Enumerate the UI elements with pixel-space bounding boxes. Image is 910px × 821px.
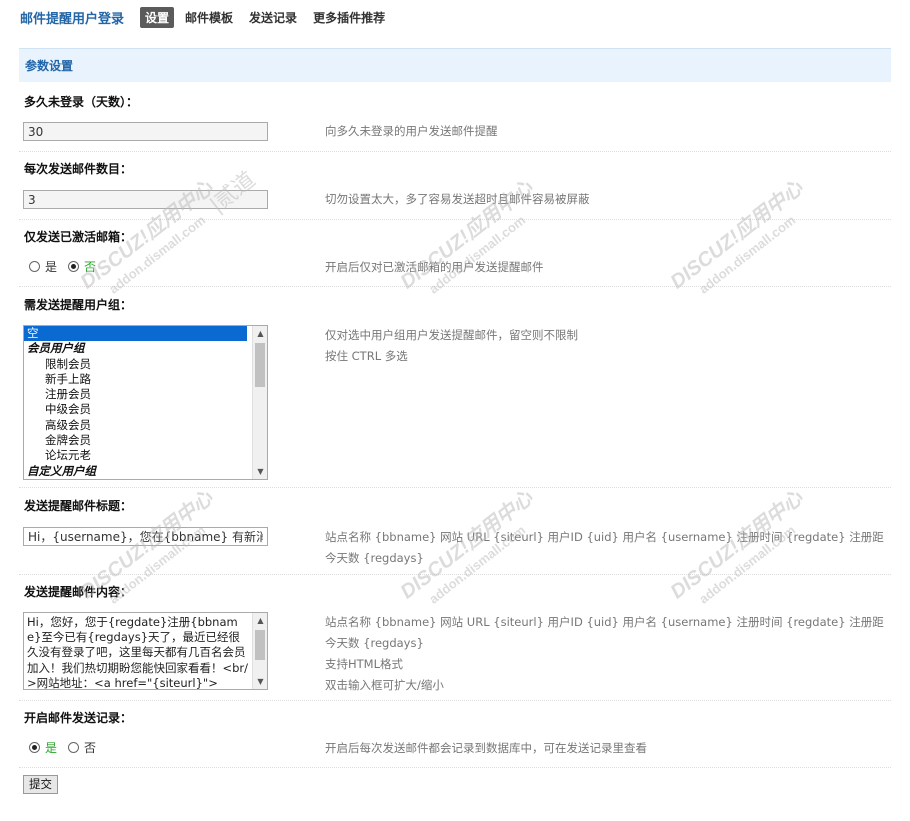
group-option[interactable]: 限制会员: [24, 357, 267, 372]
textarea-scrollbar[interactable]: ▲ ▼: [252, 613, 267, 689]
tab-more-plugins[interactable]: 更多插件推荐: [308, 7, 390, 28]
listbox-scrollbar[interactable]: ▲ ▼: [252, 326, 267, 479]
group-header: 自定义用户组: [27, 463, 96, 478]
top-nav: 邮件提醒用户登录 设置 邮件模板 发送记录 更多插件推荐: [20, 6, 396, 28]
svg-text:addon.dismall.com: addon.dismall.com: [426, 212, 528, 296]
group-option[interactable]: 中级会员: [24, 402, 267, 417]
user-group-listbox[interactable]: 空 会员用户组 限制会员 新手上路 注册会员 中级会员 高级会员 金牌会员 论坛…: [23, 325, 268, 480]
subject-hint-cont: 今天数 {regdays}: [325, 551, 424, 565]
groups-hint: 仅对选中用户组用户发送提醒邮件，留空则不限制: [325, 328, 578, 342]
count-hint: 切勿设置太大，多了容易发送超时且邮件容易被屏蔽: [325, 192, 590, 206]
watermark-logo: DISCUZ!应用中心 addon.dismall.com: [666, 176, 808, 297]
subject-hint: 站点名称 {bbname} 网站 URL {siteurl} 用户ID {uid…: [325, 530, 884, 544]
svg-text:DISCUZ!应用中心: DISCUZ!应用中心: [666, 176, 808, 294]
verified-yes-radio[interactable]: [29, 261, 40, 272]
log-yes-radio[interactable]: [29, 742, 40, 753]
group-option[interactable]: 新手上路: [24, 372, 267, 387]
log-yes-label[interactable]: 是: [45, 739, 57, 756]
scroll-down-arrow-icon[interactable]: ▼: [253, 464, 267, 479]
subject-input[interactable]: [23, 527, 268, 546]
app-title: 邮件提醒用户登录: [20, 11, 125, 27]
log-label: 开启邮件发送记录：: [24, 711, 133, 725]
verified-label: 仅发送已激活邮箱：: [24, 230, 133, 244]
submit-button[interactable]: 提交: [23, 775, 58, 794]
verified-radio-group: 是 否: [29, 258, 107, 275]
group-option[interactable]: 注册会员: [24, 387, 267, 402]
verified-yes-label[interactable]: 是: [45, 258, 57, 275]
content-hint: 站点名称 {bbname} 网站 URL {siteurl} 用户ID {uid…: [325, 615, 884, 629]
svg-text:addon.dismall.com: addon.dismall.com: [106, 212, 208, 296]
tab-settings[interactable]: 设置: [140, 6, 175, 28]
subject-label: 发送提醒邮件标题：: [24, 499, 133, 513]
days-input[interactable]: [23, 122, 268, 141]
content-text: Hi，您好，您于{regdate}注册{bbname}至今已有{regdays}…: [27, 615, 249, 690]
divider: [19, 574, 891, 575]
group-header: 会员用户组: [27, 341, 85, 356]
group-option[interactable]: 金牌会员: [24, 433, 267, 448]
scroll-down-arrow-icon[interactable]: ▼: [253, 674, 267, 689]
log-no-radio[interactable]: [68, 742, 80, 753]
count-input[interactable]: [23, 190, 268, 209]
verified-hint: 开启后仅对已激活邮箱的用户发送提醒邮件: [325, 260, 544, 274]
log-hint: 开启后每次发送邮件都会记录到数据库中，可在发送记录里查看: [325, 741, 647, 755]
content-hint-html: 支持HTML格式: [325, 657, 404, 671]
tab-mail-template[interactable]: 邮件模板: [180, 7, 238, 28]
scroll-up-arrow-icon[interactable]: ▲: [253, 613, 267, 628]
scroll-thumb[interactable]: [255, 343, 265, 387]
divider: [19, 286, 891, 287]
group-option[interactable]: 高级会员: [24, 418, 267, 433]
content-label: 发送提醒邮件内容：: [24, 585, 133, 599]
svg-text:addon.dismall.com: addon.dismall.com: [696, 212, 798, 296]
divider: [19, 700, 891, 701]
verified-no-label[interactable]: 否: [84, 258, 96, 275]
days-hint: 向多久未登录的用户发送邮件提醒: [325, 124, 498, 138]
log-radio-group: 是 否: [29, 739, 107, 756]
scroll-up-arrow-icon[interactable]: ▲: [253, 326, 267, 341]
divider: [19, 487, 891, 488]
log-no-label[interactable]: 否: [84, 739, 96, 756]
divider: [19, 219, 891, 220]
group-option[interactable]: 论坛元老: [24, 448, 267, 463]
content-hint-resize: 双击输入框可扩大/缩小: [325, 678, 444, 692]
content-textarea[interactable]: Hi，您好，您于{regdate}注册{bbname}至今已有{regdays}…: [23, 612, 268, 690]
divider: [19, 767, 891, 768]
divider: [19, 151, 891, 152]
count-label: 每次发送邮件数目：: [24, 162, 133, 176]
scroll-thumb[interactable]: [255, 630, 265, 660]
verified-no-radio[interactable]: [68, 261, 80, 272]
group-option[interactable]: 空: [24, 326, 247, 342]
content-hint-cont: 今天数 {regdays}: [325, 636, 424, 650]
groups-label: 需发送提醒用户组：: [24, 298, 133, 312]
section-header: 参数设置: [19, 48, 891, 82]
tab-send-log[interactable]: 发送记录: [244, 7, 302, 28]
days-label: 多久未登录（天数）：: [24, 95, 139, 109]
groups-hint-ctrl: 按住 CTRL 多选: [325, 349, 408, 363]
